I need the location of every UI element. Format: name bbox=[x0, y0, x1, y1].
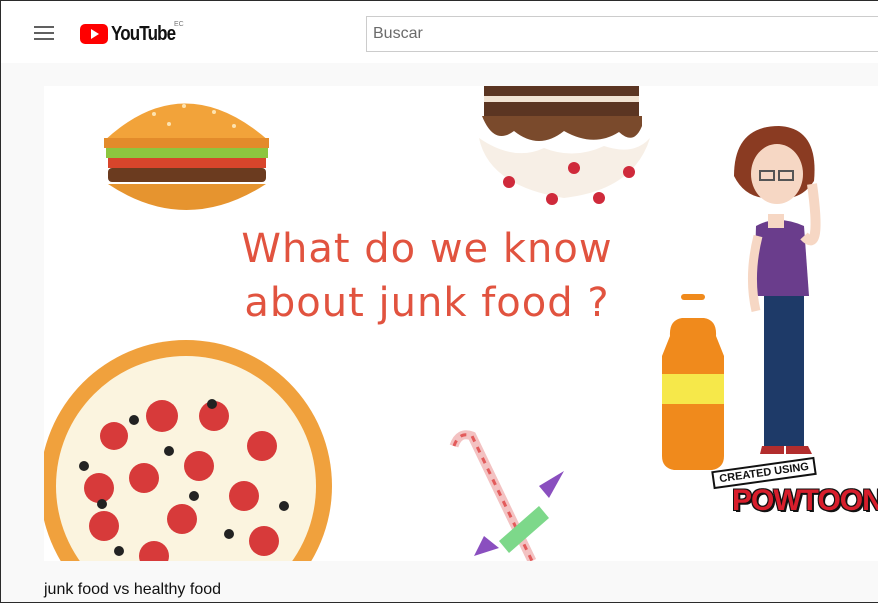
masthead: YouTube EC bbox=[1, 1, 878, 63]
cake-illustration bbox=[479, 86, 650, 205]
burger-illustration bbox=[104, 103, 269, 210]
browser-frame: YouTube EC Buscar What do we know about … bbox=[0, 0, 878, 603]
watermark-brand-text: POWTOON bbox=[732, 484, 878, 517]
headline-line-2: about junk food ? bbox=[244, 280, 610, 326]
youtube-logo-icon bbox=[80, 24, 108, 44]
video-headline: What do we know about junk food ? bbox=[192, 222, 662, 330]
bottle-illustration bbox=[662, 294, 724, 470]
search-input[interactable] bbox=[366, 16, 878, 52]
youtube-logo[interactable]: YouTube bbox=[80, 22, 187, 46]
candy-illustration bbox=[449, 430, 564, 561]
video-title[interactable]: junk food vs healthy food bbox=[44, 581, 221, 599]
video-player[interactable]: What do we know about junk food ? CREATE… bbox=[44, 86, 878, 561]
headline-line-1: What do we know bbox=[241, 226, 613, 272]
character-illustration bbox=[734, 126, 821, 454]
pizza-illustration bbox=[44, 340, 332, 561]
powtoon-watermark: CREATED USING POWTOON bbox=[704, 456, 878, 528]
country-code: EC bbox=[174, 21, 184, 28]
youtube-wordmark: YouTube bbox=[111, 22, 176, 45]
menu-icon[interactable] bbox=[34, 26, 54, 40]
